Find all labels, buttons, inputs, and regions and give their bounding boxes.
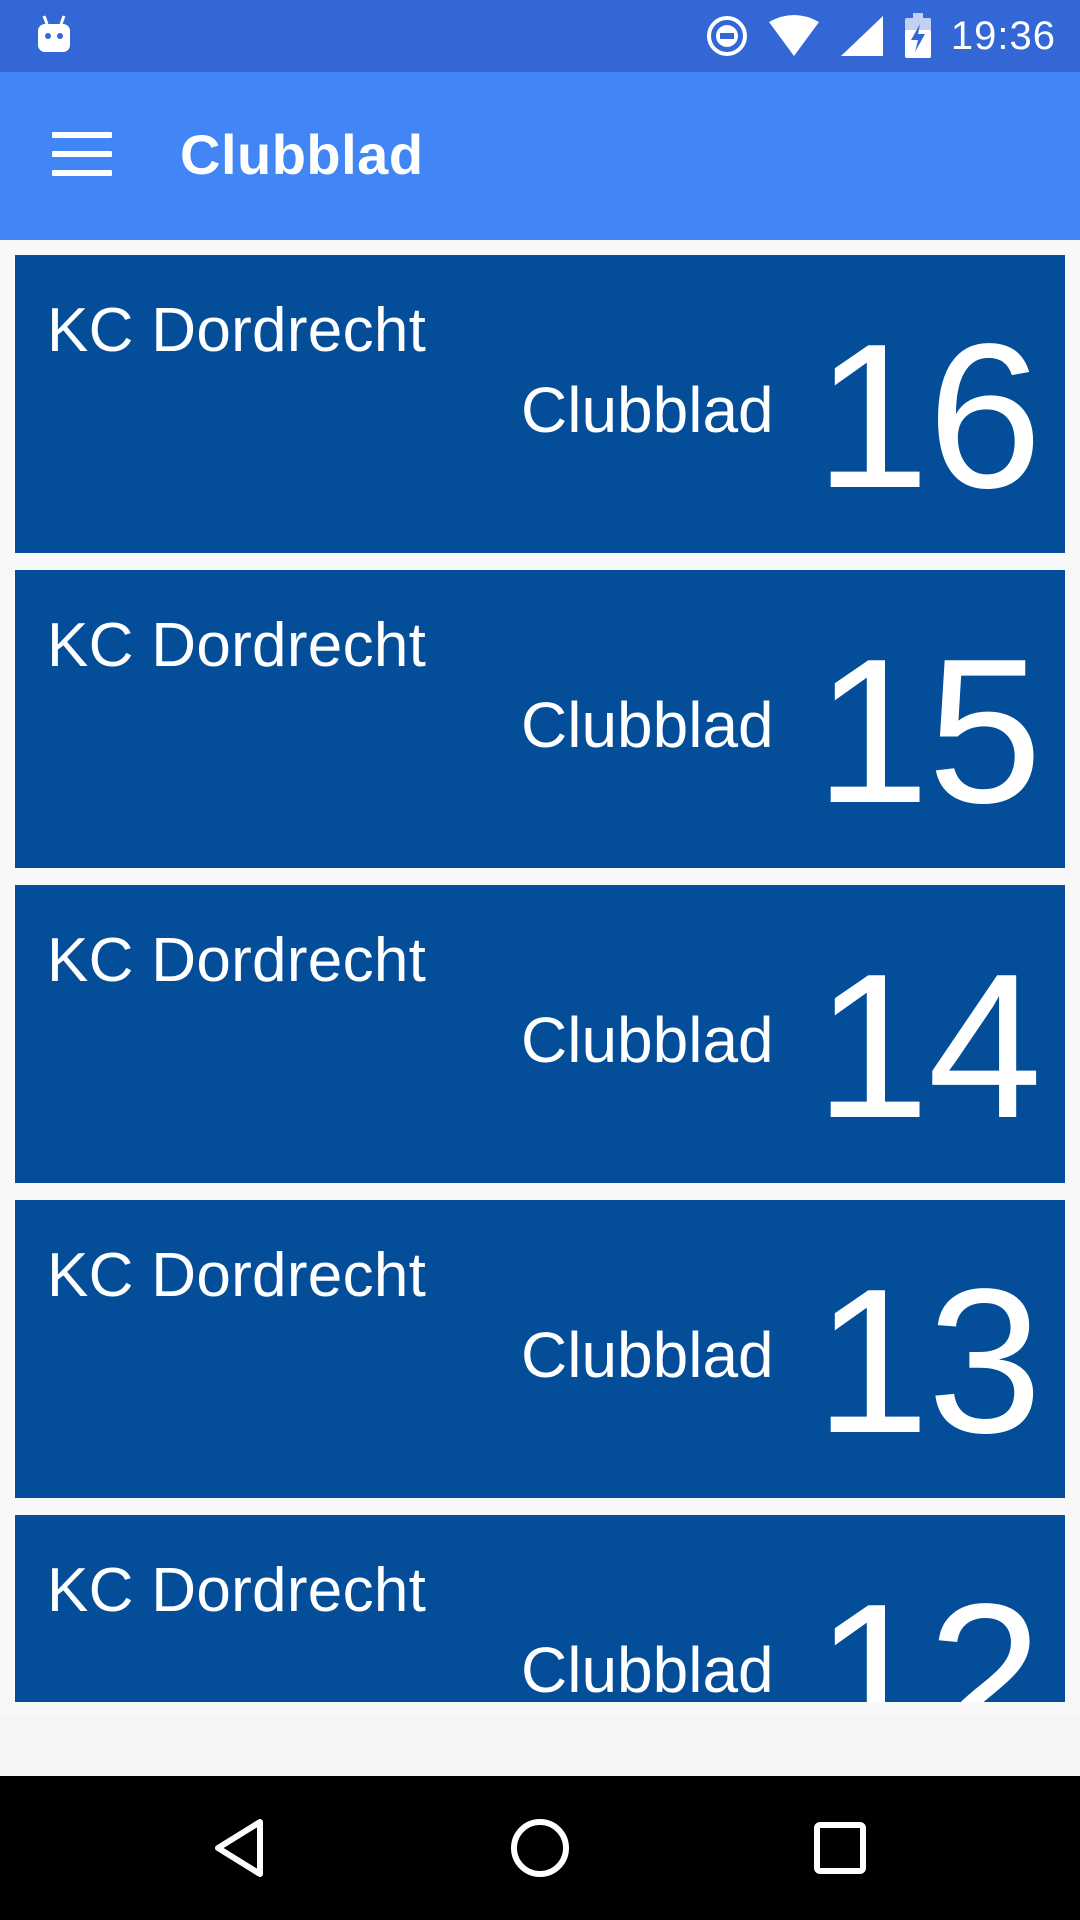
list-item[interactable]: KC Dordrecht Clubblad 12	[15, 1515, 1065, 1702]
home-icon[interactable]	[504, 1812, 576, 1884]
organization-name: KC Dordrecht	[47, 1556, 427, 1625]
do-not-disturb-icon	[706, 16, 747, 56]
organization-name: KC Dordrecht	[47, 611, 427, 680]
status-time: 19:36	[950, 13, 1056, 58]
issue-label: Clubblad	[521, 1634, 774, 1702]
android-debug-icon	[38, 15, 70, 52]
issue-label: Clubblad	[521, 1004, 774, 1076]
hamburger-menu-icon[interactable]	[52, 132, 112, 180]
organization-name: KC Dordrecht	[47, 926, 427, 995]
recents-icon[interactable]	[804, 1812, 876, 1884]
signal-icon	[840, 16, 883, 56]
organization-name: KC Dordrecht	[47, 296, 427, 365]
issue-number: 15	[815, 616, 1042, 846]
status-bar: 19:36	[0, 0, 1080, 72]
back-icon[interactable]	[204, 1812, 276, 1884]
list-item[interactable]: KC Dordrecht Clubblad 15	[15, 570, 1065, 868]
page-title: Clubblad	[180, 123, 424, 186]
issue-number: 13	[815, 1246, 1042, 1476]
wifi-icon	[768, 15, 819, 56]
issue-label: Clubblad	[521, 374, 774, 446]
app-bar: Clubblad	[0, 72, 1080, 240]
navigation-bar	[0, 1776, 1080, 1920]
issue-number: 16	[815, 301, 1042, 531]
organization-name: KC Dordrecht	[47, 1241, 427, 1310]
issue-number: 12	[815, 1561, 1042, 1702]
clubblad-list[interactable]: KC Dordrecht Clubblad 16 KC Dordrecht Cl…	[0, 240, 1080, 1716]
battery-charging-icon	[904, 13, 931, 58]
issue-number: 14	[815, 931, 1042, 1161]
list-item[interactable]: KC Dordrecht Clubblad 16	[15, 255, 1065, 553]
list-item[interactable]: KC Dordrecht Clubblad 13	[15, 1200, 1065, 1498]
issue-label: Clubblad	[521, 689, 774, 761]
list-item[interactable]: KC Dordrecht Clubblad 14	[15, 885, 1065, 1183]
issue-label: Clubblad	[521, 1319, 774, 1391]
